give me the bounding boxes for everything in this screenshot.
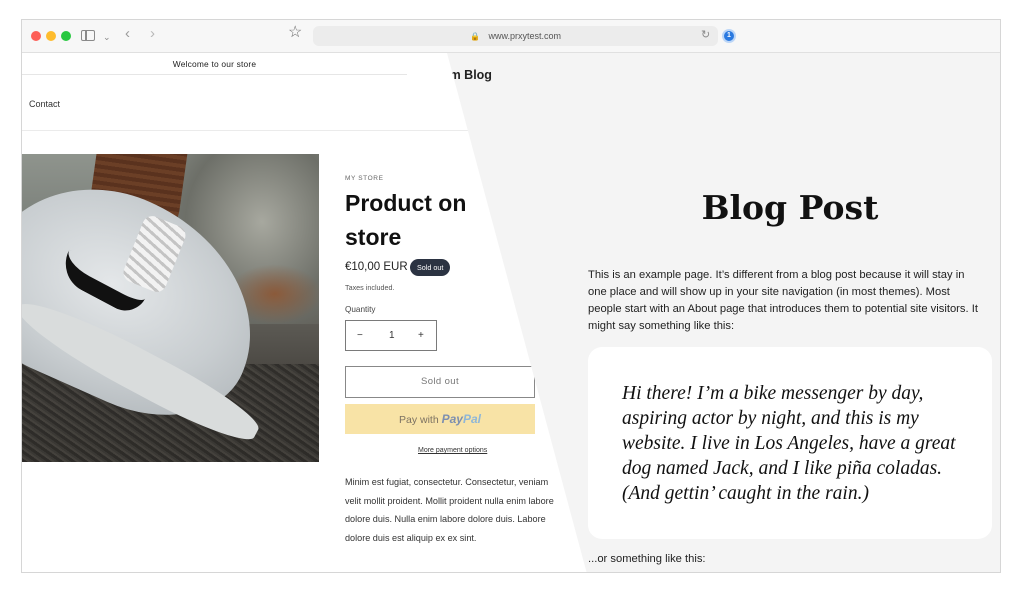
chevron-down-icon[interactable]: ⌄ <box>103 29 111 45</box>
browser-window: ⌄ ‹ › ☆ 🔒 www.prxytest.com ↻ 1 com Blog … <box>21 19 1001 573</box>
paypal-logo-pay: Pay <box>441 412 463 426</box>
product-title: Product on store <box>345 190 467 250</box>
post-intro: This is an example page. It’s different … <box>588 269 978 332</box>
close-window-button[interactable] <box>31 31 41 41</box>
product-vendor: MY STORE <box>345 175 384 182</box>
post-outro: ...or something like this: <box>588 553 706 565</box>
taxes-note: Taxes included. <box>345 283 395 292</box>
paypal-logo-pal: Pal <box>462 412 481 426</box>
quantity-stepper: − 1 + <box>345 320 437 351</box>
password-extension-icon[interactable]: 1 <box>722 29 736 43</box>
more-payment-options-link[interactable]: More payment options <box>418 447 487 454</box>
paypal-prefix: Pay with <box>399 414 439 426</box>
sold-out-button[interactable]: Sold out <box>345 366 535 398</box>
sidebar-toggle-icon[interactable] <box>81 30 95 41</box>
forward-icon[interactable]: › <box>150 26 155 42</box>
quantity-input[interactable]: 1 <box>389 321 395 350</box>
address-url: www.prxytest.com <box>488 31 561 41</box>
quantity-decrease-button[interactable]: − <box>357 321 363 350</box>
lock-icon: 🔒 <box>470 31 480 41</box>
product-price: €10,00 EUR <box>345 261 408 273</box>
post-title: Blog Post <box>701 188 879 227</box>
quote-text: Hi there! I’m a bike messenger by day, a… <box>622 383 956 504</box>
address-bar[interactable]: 🔒 www.prxytest.com <box>313 26 718 46</box>
browser-toolbar: ⌄ ‹ › ☆ 🔒 www.prxytest.com ↻ 1 <box>22 20 1000 53</box>
zoom-window-button[interactable] <box>61 31 71 41</box>
quote-card: Hi there! I’m a bike messenger by day, a… <box>588 347 992 539</box>
paypal-button[interactable]: Pay with PayPal <box>345 404 535 434</box>
product-image[interactable] <box>22 154 319 462</box>
sold-out-badge: Sold out <box>410 259 451 276</box>
reload-icon[interactable]: ↻ <box>701 28 710 41</box>
quantity-label: Quantity <box>345 305 376 314</box>
nav-link-contact[interactable]: Contact <box>29 99 60 109</box>
bookmark-star-icon[interactable]: ☆ <box>288 25 302 41</box>
back-icon[interactable]: ‹ <box>125 26 130 42</box>
quantity-increase-button[interactable]: + <box>418 321 424 350</box>
product-description: Minim est fugiat, consectetur. Consectet… <box>345 477 554 543</box>
minimize-window-button[interactable] <box>46 31 56 41</box>
announcement-bar: Welcome to our store <box>22 53 407 75</box>
